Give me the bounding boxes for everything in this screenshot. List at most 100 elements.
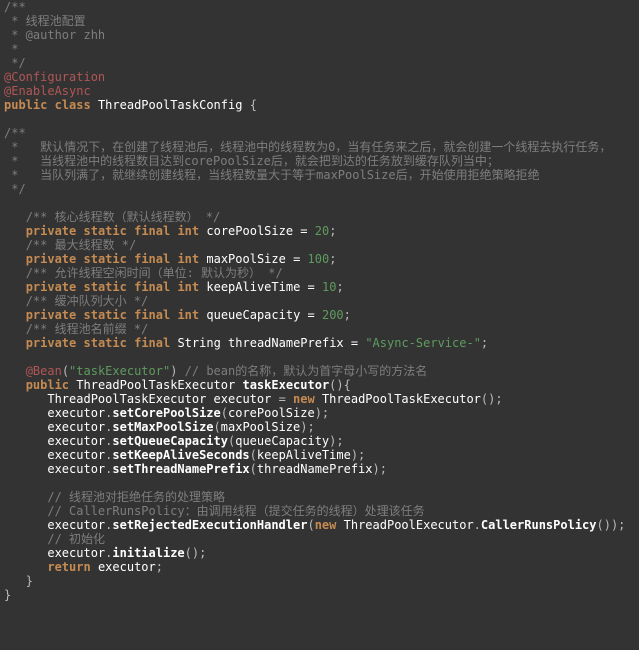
id-exec: executor	[47, 448, 105, 462]
kw-new: new	[315, 518, 337, 532]
id-prefix: threadNamePrefix	[228, 336, 344, 350]
comment: *	[4, 42, 18, 56]
semi: ;	[329, 252, 336, 266]
kw-public: public	[26, 378, 69, 392]
arg: queueCapacity	[235, 434, 329, 448]
kw-final: final	[134, 336, 170, 350]
brace: }	[4, 588, 11, 602]
code-block: /** * 线程池配置 * @author zhh * */ @Configur…	[0, 0, 639, 602]
annotation-bean: @Bean	[26, 364, 62, 378]
kw-final: final	[134, 224, 170, 238]
id-core: corePoolSize	[206, 224, 293, 238]
id-alive: keepAliveTime	[206, 280, 300, 294]
comment: /** 允许线程空闲时间（单位: 默认为秒） */	[26, 266, 283, 280]
call-setrejected: setRejectedExecutionHandler	[112, 518, 307, 532]
equals: =	[286, 252, 308, 266]
rej-cls: ThreadPoolExecutor	[344, 518, 474, 532]
comment: * 当线程池中的线程数目达到corePoolSize后，就会把到达的任务放到缓存…	[4, 154, 499, 168]
type-int: int	[177, 252, 199, 266]
annotation-configuration: @Configuration	[4, 70, 105, 84]
comment: * 当队列满了，就继续创建线程，当线程数量大于等于maxPoolSize后，开始…	[4, 168, 540, 182]
kw-new: new	[293, 392, 315, 406]
arg: keepAliveTime	[257, 448, 351, 462]
comment: /**	[4, 126, 26, 140]
semi: ;	[329, 224, 336, 238]
id-queue: queueCapacity	[206, 308, 300, 322]
kw-final: final	[134, 308, 170, 322]
id-exec: executor	[98, 560, 156, 574]
type-int: int	[177, 280, 199, 294]
kw-final: final	[134, 252, 170, 266]
id-exec: executor	[47, 434, 105, 448]
type: ThreadPoolTaskExecutor	[47, 392, 206, 406]
kw-return: return	[47, 560, 90, 574]
arg: maxPoolSize	[221, 420, 300, 434]
kw-private: private	[26, 224, 77, 238]
comment: * @author zhh	[4, 28, 105, 42]
paren: (){	[329, 378, 351, 392]
comment: /** 最大线程数 */	[26, 238, 137, 252]
id-exec: executor	[47, 406, 105, 420]
call-init: initialize	[112, 546, 184, 560]
id-exec: executor	[47, 462, 105, 476]
equals: =	[293, 224, 315, 238]
id-exec: executor	[47, 546, 105, 560]
kw-static: static	[84, 336, 127, 350]
kw-static: static	[84, 224, 127, 238]
comment: * 默认情况下，在创建了线程池后，线程池中的线程数为0，当有任务来之后，就会创建…	[4, 140, 611, 154]
arg: corePoolSize	[228, 406, 315, 420]
semi: ;	[336, 280, 343, 294]
kw-static: static	[84, 308, 127, 322]
call: ();	[481, 392, 503, 406]
annotation-enableasync: @EnableAsync	[4, 84, 91, 98]
call-setqueue: setQueueCapacity	[112, 434, 228, 448]
comment: // bean的名称，默认为首字母小写的方法名	[177, 364, 427, 378]
comment: * 线程池配置	[4, 14, 86, 28]
kw-static: static	[84, 280, 127, 294]
kw-class: class	[55, 98, 91, 112]
return-type: ThreadPoolTaskExecutor	[76, 378, 235, 392]
str-bean: "taskExecutor"	[69, 364, 170, 378]
kw-private: private	[26, 336, 77, 350]
call-setkeep: setKeepAliveSeconds	[112, 448, 249, 462]
semi: ;	[344, 308, 351, 322]
num-100: 100	[308, 252, 330, 266]
comment: /** 核心线程数（默认线程数） */	[26, 210, 221, 224]
class-name: ThreadPoolTaskConfig	[98, 98, 243, 112]
comment: // 初始化	[47, 532, 105, 546]
str-prefix: "Async-Service-"	[365, 336, 481, 350]
paren: (	[62, 364, 69, 378]
call-setcore: setCorePoolSize	[112, 406, 220, 420]
comment: /** 线程池名前缀 */	[26, 322, 149, 336]
kw-private: private	[26, 252, 77, 266]
comment: // 线程池对拒绝任务的处理策略	[47, 490, 225, 504]
id-exec: executor	[47, 420, 105, 434]
comment: */	[4, 56, 26, 70]
comment: /** 缓冲队列大小 */	[26, 294, 149, 308]
type-string: String	[177, 336, 220, 350]
kw-static: static	[84, 252, 127, 266]
comment: // CallerRunsPolicy：由调用线程（提交任务的线程）处理该任务	[47, 504, 424, 518]
call-setprefix: setThreadNamePrefix	[112, 462, 249, 476]
equals: =	[300, 308, 322, 322]
semi: ;	[481, 336, 488, 350]
type-int: int	[177, 224, 199, 238]
num-20: 20	[315, 224, 329, 238]
equals: =	[344, 336, 366, 350]
kw-final: final	[134, 280, 170, 294]
id-exec: executor	[214, 392, 272, 406]
type-int: int	[177, 308, 199, 322]
brace: }	[26, 574, 33, 588]
id-max: maxPoolSize	[206, 252, 285, 266]
arg: threadNamePrefix	[257, 462, 373, 476]
call-setmax: setMaxPoolSize	[112, 420, 213, 434]
comment: /**	[4, 0, 26, 14]
kw-private: private	[26, 308, 77, 322]
id-exec: executor	[47, 518, 105, 532]
brace: {	[250, 98, 257, 112]
num-10: 10	[322, 280, 336, 294]
kw-public: public	[4, 98, 47, 112]
num-200: 200	[322, 308, 344, 322]
comment: */	[4, 182, 26, 196]
equals: =	[300, 280, 322, 294]
